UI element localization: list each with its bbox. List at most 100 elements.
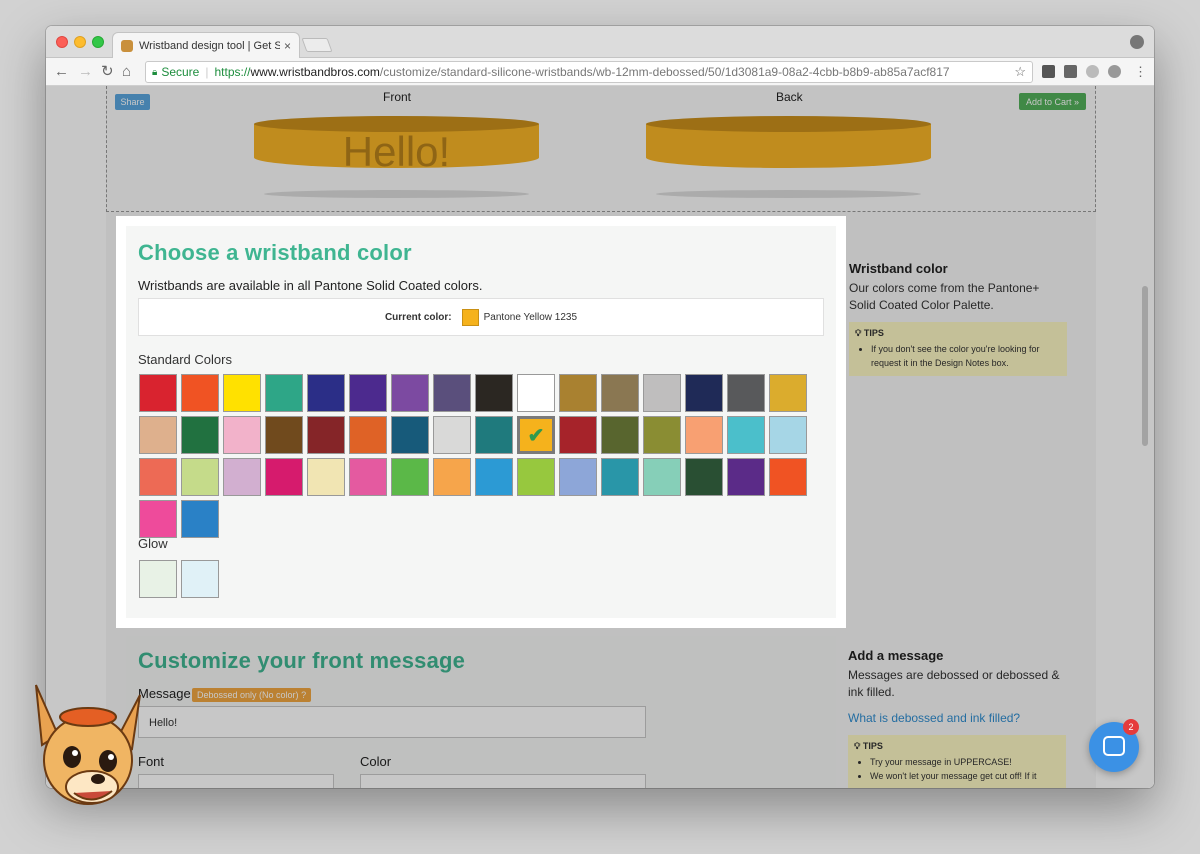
color-swatch[interactable] bbox=[265, 458, 303, 496]
close-window-button[interactable] bbox=[56, 36, 68, 48]
color-swatch[interactable] bbox=[139, 458, 177, 496]
color-card: Choose a wristband color Wristbands are … bbox=[126, 226, 836, 618]
color-help-title: Wristband color bbox=[849, 261, 948, 276]
color-swatch[interactable] bbox=[433, 458, 471, 496]
checkmark-icon: ✔ bbox=[527, 424, 545, 447]
color-swatch[interactable] bbox=[181, 416, 219, 454]
glow-color-swatch[interactable] bbox=[181, 560, 219, 598]
debossed-badge-text: Debossed only (No color) bbox=[197, 690, 299, 700]
browser-tab[interactable]: Wristband design tool | Get St × bbox=[112, 32, 300, 59]
share-button[interactable]: Share bbox=[115, 94, 150, 110]
color-swatch[interactable] bbox=[517, 374, 555, 412]
mail-extension-icon[interactable] bbox=[1064, 65, 1077, 78]
color-swatch[interactable] bbox=[475, 416, 513, 454]
standard-color-grid: ✔ bbox=[139, 374, 811, 538]
color-swatch[interactable]: ✔ bbox=[517, 416, 555, 454]
color-swatch[interactable] bbox=[223, 374, 261, 412]
back-band bbox=[646, 116, 931, 178]
color-swatch[interactable] bbox=[181, 500, 219, 538]
browser-window: Wristband design tool | Get St × ← → ↻ ⌂… bbox=[46, 26, 1154, 788]
back-label: Back bbox=[776, 90, 803, 104]
color-swatch[interactable] bbox=[643, 416, 681, 454]
color-swatch[interactable] bbox=[223, 458, 261, 496]
color-swatch[interactable] bbox=[139, 374, 177, 412]
color-swatch[interactable] bbox=[265, 416, 303, 454]
url-scheme: https:// bbox=[214, 65, 251, 79]
lock-icon: 🔒︎ bbox=[152, 66, 158, 78]
color-swatch[interactable] bbox=[769, 458, 807, 496]
color-swatch[interactable] bbox=[601, 416, 639, 454]
color-swatch[interactable] bbox=[517, 458, 555, 496]
cloud-extension-icon[interactable] bbox=[1086, 65, 1099, 78]
color-swatch[interactable] bbox=[643, 458, 681, 496]
color-swatch[interactable] bbox=[685, 416, 723, 454]
color-swatch[interactable] bbox=[139, 416, 177, 454]
chat-icon bbox=[1103, 736, 1125, 756]
extension-icon[interactable] bbox=[1108, 65, 1121, 78]
color-swatch[interactable] bbox=[601, 374, 639, 412]
color-swatch[interactable] bbox=[559, 416, 597, 454]
color-label: Color bbox=[360, 754, 392, 769]
color-swatch[interactable] bbox=[727, 458, 765, 496]
color-swatch[interactable] bbox=[601, 458, 639, 496]
standard-colors-label: Standard Colors bbox=[138, 352, 232, 367]
color-swatch[interactable] bbox=[181, 374, 219, 412]
forward-icon[interactable]: → bbox=[78, 62, 93, 82]
page-scrollbar[interactable] bbox=[1142, 286, 1148, 446]
color-swatch[interactable] bbox=[349, 458, 387, 496]
color-swatch[interactable] bbox=[433, 416, 471, 454]
maximize-window-button[interactable] bbox=[92, 36, 104, 48]
color-swatch[interactable] bbox=[391, 374, 429, 412]
color-swatch[interactable] bbox=[685, 458, 723, 496]
chat-launcher-button[interactable]: 2 bbox=[1089, 719, 1139, 772]
add-to-cart-button[interactable]: Add to Cart » bbox=[1019, 93, 1086, 110]
color-swatch[interactable] bbox=[727, 374, 765, 412]
color-swatch[interactable] bbox=[769, 374, 807, 412]
tab-close-icon[interactable]: × bbox=[284, 39, 291, 53]
color-swatch[interactable] bbox=[685, 374, 723, 412]
ink-color-select[interactable] bbox=[360, 774, 646, 788]
message-input[interactable]: Hello! bbox=[138, 706, 646, 738]
color-swatch[interactable] bbox=[307, 416, 345, 454]
glow-color-grid bbox=[139, 560, 219, 598]
color-swatch[interactable] bbox=[559, 458, 597, 496]
color-swatch[interactable] bbox=[559, 374, 597, 412]
glow-color-swatch[interactable] bbox=[139, 560, 177, 598]
color-swatch[interactable] bbox=[643, 374, 681, 412]
help-icon[interactable]: ? bbox=[301, 690, 306, 700]
address-bar[interactable]: 🔒︎ Secure | https:// www.wristbandbros.c… bbox=[145, 61, 1033, 83]
debossed-badge: Debossed only (No color) ? bbox=[192, 688, 312, 702]
color-swatch[interactable] bbox=[433, 374, 471, 412]
color-swatch[interactable] bbox=[265, 374, 303, 412]
home-icon[interactable]: ⌂ bbox=[122, 62, 131, 82]
color-swatch[interactable] bbox=[769, 416, 807, 454]
color-swatch[interactable] bbox=[475, 374, 513, 412]
color-swatch[interactable] bbox=[391, 416, 429, 454]
color-swatch[interactable] bbox=[139, 500, 177, 538]
color-swatch[interactable] bbox=[349, 416, 387, 454]
color-heading: Choose a wristband color bbox=[138, 240, 412, 265]
color-swatch[interactable] bbox=[307, 374, 345, 412]
font-select[interactable] bbox=[138, 774, 334, 788]
tab-title: Wristband design tool | Get St bbox=[139, 40, 280, 52]
color-swatch[interactable] bbox=[307, 458, 345, 496]
pocket-extension-icon[interactable] bbox=[1042, 65, 1055, 78]
debossed-info-link[interactable]: What is debossed and ink filled? bbox=[848, 711, 1020, 725]
front-band: Hello! bbox=[254, 116, 539, 178]
color-swatch[interactable] bbox=[475, 458, 513, 496]
color-swatch[interactable] bbox=[223, 416, 261, 454]
color-swatch[interactable] bbox=[181, 458, 219, 496]
menu-icon[interactable]: ⋮ bbox=[1134, 62, 1147, 82]
front-label: Front bbox=[383, 90, 412, 104]
minimize-window-button[interactable] bbox=[74, 36, 86, 48]
color-swatch[interactable] bbox=[349, 374, 387, 412]
bookmark-star-icon[interactable]: ☆ bbox=[1014, 64, 1026, 80]
profile-icon[interactable] bbox=[1130, 35, 1144, 49]
back-icon[interactable]: ← bbox=[54, 62, 69, 82]
chihuahua-mascot-image bbox=[35, 684, 141, 805]
new-tab-button[interactable] bbox=[301, 38, 333, 52]
color-swatch[interactable] bbox=[391, 458, 429, 496]
reload-icon[interactable]: ↻ bbox=[101, 62, 114, 82]
current-color-label: Current color: bbox=[384, 311, 452, 323]
color-swatch[interactable] bbox=[727, 416, 765, 454]
